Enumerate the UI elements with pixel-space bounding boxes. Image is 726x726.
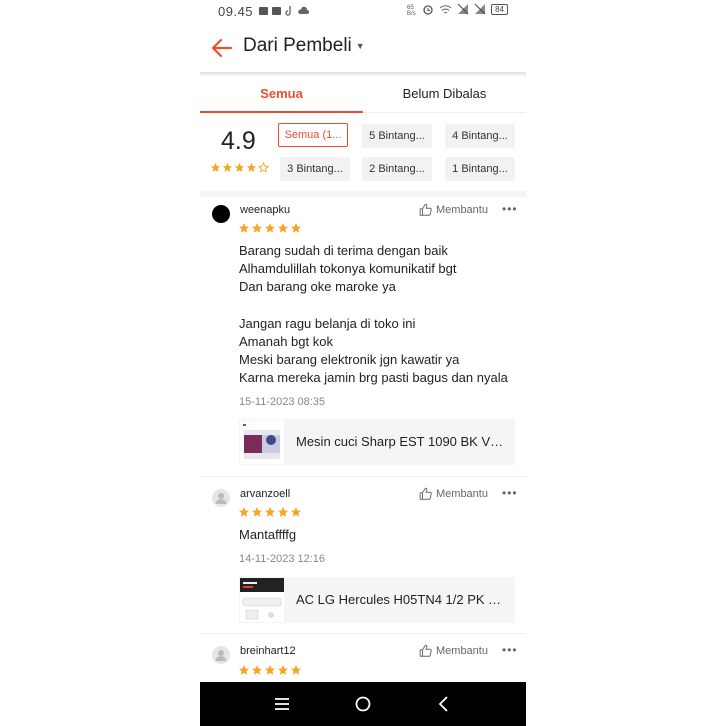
more-options-icon[interactable]: •••	[502, 643, 518, 657]
alarm-icon	[423, 5, 433, 15]
product-card[interactable]: Mesin cuci Sharp EST 1090 BK VK...	[239, 419, 515, 465]
product-thumbnail	[240, 420, 284, 464]
star-icon	[291, 665, 301, 675]
star-icon	[234, 162, 245, 172]
more-options-icon[interactable]: •••	[502, 202, 518, 216]
cloud-icon	[298, 6, 309, 14]
filter-1-bintang[interactable]: 1 Bintang...	[445, 157, 515, 181]
product-card[interactable]: AC LG Hercules H05TN4 1/2 PK TU...	[239, 577, 515, 623]
helpful-label: Membantu	[436, 488, 488, 500]
helpful-button[interactable]: Membantu	[419, 203, 488, 217]
star-outline-icon	[258, 162, 269, 173]
tab-semua[interactable]: Semua	[200, 76, 363, 113]
avatar[interactable]	[212, 489, 230, 507]
review-stars	[238, 506, 302, 518]
review-username[interactable]: weenapku	[240, 204, 290, 216]
page-title-dropdown[interactable]: Dari Pembeli ▼	[243, 35, 365, 57]
page-title: Dari Pembeli	[243, 35, 352, 56]
system-icons: 65 B/s 84	[407, 3, 508, 15]
network-speed-icon: 65B/s	[407, 5, 416, 15]
product-thumbnail	[240, 578, 284, 622]
star-icon	[265, 665, 275, 675]
review-date: 14-11-2023 12:16	[239, 553, 326, 565]
rating-stars	[210, 162, 269, 173]
filter-4-bintang[interactable]: 4 Bintang...	[445, 124, 515, 148]
status-bar: 09.45 65 B/s 84	[200, 0, 526, 24]
more-options-icon[interactable]: •••	[502, 486, 518, 500]
review-stars	[238, 222, 302, 234]
star-icon	[291, 507, 301, 517]
review-username[interactable]: breinhart12	[240, 645, 296, 657]
thumbs-up-icon	[419, 203, 432, 216]
back-chevron-icon[interactable]	[434, 694, 454, 714]
review-text: Mantaffffg	[239, 527, 297, 542]
shopee-notification-icon	[272, 7, 281, 15]
star-icon	[252, 223, 262, 233]
helpful-button[interactable]: Membantu	[419, 487, 488, 501]
product-name: AC LG Hercules H05TN4 1/2 PK TU...	[296, 592, 508, 607]
caret-down-icon: ▼	[355, 40, 365, 51]
review-item: breinhart12 Membantu •••	[200, 638, 526, 682]
rating-summary: 4.9 Semua (1... 5 Bintang... 4 Bintang..…	[200, 113, 526, 197]
avatar[interactable]	[212, 205, 230, 223]
user-placeholder-icon	[215, 493, 227, 504]
status-time: 09.45	[218, 4, 254, 19]
signal-icon	[457, 3, 469, 15]
review-divider	[200, 476, 526, 477]
tiktok-icon	[285, 6, 291, 16]
thumbs-up-icon	[419, 487, 432, 500]
helpful-label: Membantu	[436, 645, 488, 657]
filter-3-bintang[interactable]: 3 Bintang...	[280, 157, 350, 181]
notification-icons	[258, 5, 309, 16]
signal-icon	[474, 3, 486, 15]
helpful-label: Membantu	[436, 204, 488, 216]
star-icon	[239, 507, 249, 517]
star-icon	[239, 223, 249, 233]
star-icon	[278, 665, 288, 675]
rating-score: 4.9	[221, 127, 256, 155]
thumbs-up-icon	[419, 644, 432, 657]
star-icon	[246, 162, 257, 172]
user-placeholder-icon	[215, 650, 227, 661]
filter-2-bintang[interactable]: 2 Bintang...	[362, 157, 432, 181]
arrow-left-icon[interactable]	[210, 36, 234, 60]
review-stars	[238, 664, 302, 676]
filter-5-bintang[interactable]: 5 Bintang...	[362, 124, 432, 148]
review-date: 15-11-2023 08:35	[239, 396, 326, 408]
star-icon	[222, 162, 233, 172]
star-icon	[252, 665, 262, 675]
review-divider	[200, 633, 526, 634]
star-icon	[278, 507, 288, 517]
helpful-button[interactable]: Membantu	[419, 644, 488, 658]
menu-icon[interactable]	[272, 694, 292, 714]
star-icon	[239, 665, 249, 675]
review-item: weenapku Membantu ••• Barang sudah di te…	[200, 197, 526, 477]
star-icon	[252, 507, 262, 517]
review-item: arvanzoell Membantu ••• Mantaffffg 14-11…	[200, 481, 526, 631]
app-screen: 09.45 65 B/s 84 Dari Pembeli ▼ Semua Belum…	[200, 0, 526, 726]
star-icon	[265, 223, 275, 233]
star-icon	[291, 223, 301, 233]
product-name: Mesin cuci Sharp EST 1090 BK VK...	[296, 434, 508, 449]
review-tabs: Semua Belum Dibalas	[200, 76, 526, 113]
svg-text:B/s: B/s	[407, 11, 416, 15]
page-header: Dari Pembeli ▼	[200, 24, 526, 72]
star-icon	[278, 223, 288, 233]
home-circle-icon[interactable]	[353, 694, 373, 714]
star-icon	[210, 162, 221, 172]
avatar[interactable]	[212, 646, 230, 664]
filter-semua[interactable]: Semua (1...	[278, 123, 348, 147]
review-username[interactable]: arvanzoell	[240, 488, 290, 500]
shopee-notification-icon	[259, 7, 268, 15]
review-text: Barang sudah di terima dengan baik Alham…	[239, 243, 508, 386]
battery-indicator: 84	[491, 3, 508, 15]
wifi-icon	[439, 5, 452, 14]
tab-belum-dibalas[interactable]: Belum Dibalas	[363, 76, 526, 112]
star-icon	[265, 507, 275, 517]
system-navigation-bar	[200, 682, 526, 726]
